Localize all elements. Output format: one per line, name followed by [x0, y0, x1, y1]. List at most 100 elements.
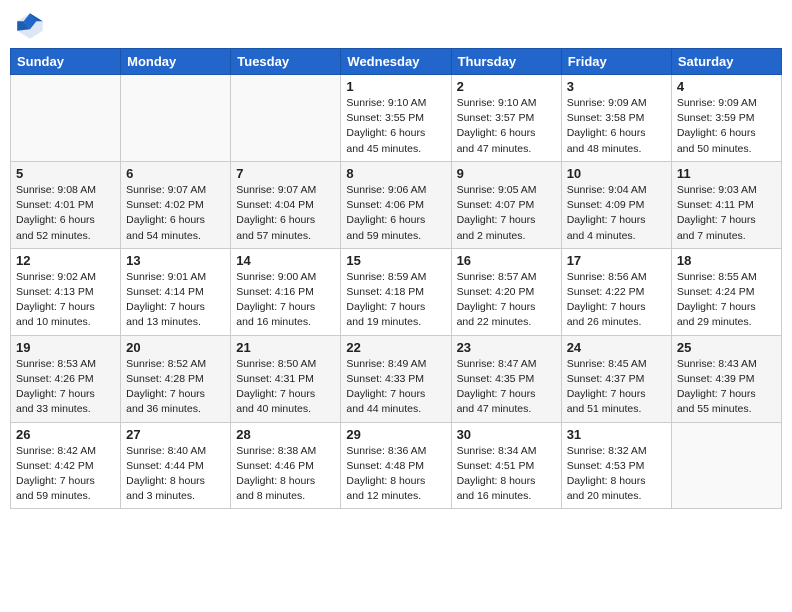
day-number: 1	[346, 79, 445, 94]
calendar-cell: 17 Sunrise: 8:56 AM Sunset: 4:22 PM Dayli…	[561, 248, 671, 335]
calendar-cell: 13 Sunrise: 9:01 AM Sunset: 4:14 PM Dayli…	[121, 248, 231, 335]
day-number: 14	[236, 253, 335, 268]
calendar-table: SundayMondayTuesdayWednesdayThursdayFrid…	[10, 48, 782, 509]
day-info: Sunrise: 8:42 AM Sunset: 4:42 PM Dayligh…	[16, 444, 115, 505]
day-info: Sunrise: 8:47 AM Sunset: 4:35 PM Dayligh…	[457, 357, 556, 418]
day-info: Sunrise: 9:09 AM Sunset: 3:59 PM Dayligh…	[677, 96, 776, 157]
day-number: 31	[567, 427, 666, 442]
day-info: Sunrise: 8:38 AM Sunset: 4:46 PM Dayligh…	[236, 444, 335, 505]
weekday-header-saturday: Saturday	[671, 49, 781, 75]
calendar-cell: 29 Sunrise: 8:36 AM Sunset: 4:48 PM Dayli…	[341, 422, 451, 509]
calendar-cell: 5 Sunrise: 9:08 AM Sunset: 4:01 PM Daylig…	[11, 161, 121, 248]
calendar-cell: 15 Sunrise: 8:59 AM Sunset: 4:18 PM Dayli…	[341, 248, 451, 335]
week-row-4: 26 Sunrise: 8:42 AM Sunset: 4:42 PM Dayli…	[11, 422, 782, 509]
day-number: 23	[457, 340, 556, 355]
calendar-cell: 22 Sunrise: 8:49 AM Sunset: 4:33 PM Dayli…	[341, 335, 451, 422]
day-number: 26	[16, 427, 115, 442]
calendar-cell: 8 Sunrise: 9:06 AM Sunset: 4:06 PM Daylig…	[341, 161, 451, 248]
day-info: Sunrise: 8:52 AM Sunset: 4:28 PM Dayligh…	[126, 357, 225, 418]
calendar-cell: 30Sunrise: 8:34 AM Sunset: 4:51 PM Dayli…	[451, 422, 561, 509]
day-number: 12	[16, 253, 115, 268]
day-info: Sunrise: 8:56 AM Sunset: 4:22 PM Dayligh…	[567, 270, 666, 331]
weekday-header-wednesday: Wednesday	[341, 49, 451, 75]
day-number: 20	[126, 340, 225, 355]
day-info: Sunrise: 9:10 AM Sunset: 3:55 PM Dayligh…	[346, 96, 445, 157]
day-number: 17	[567, 253, 666, 268]
day-number: 2	[457, 79, 556, 94]
week-row-3: 19 Sunrise: 8:53 AM Sunset: 4:26 PM Dayli…	[11, 335, 782, 422]
day-info: Sunrise: 8:50 AM Sunset: 4:31 PM Dayligh…	[236, 357, 335, 418]
calendar-cell: 26 Sunrise: 8:42 AM Sunset: 4:42 PM Dayli…	[11, 422, 121, 509]
calendar-cell: 14Sunrise: 9:00 AM Sunset: 4:16 PM Dayli…	[231, 248, 341, 335]
day-number: 10	[567, 166, 666, 181]
day-info: Sunrise: 9:08 AM Sunset: 4:01 PM Dayligh…	[16, 183, 115, 244]
calendar-cell: 12 Sunrise: 9:02 AM Sunset: 4:13 PM Dayli…	[11, 248, 121, 335]
day-info: Sunrise: 8:59 AM Sunset: 4:18 PM Dayligh…	[346, 270, 445, 331]
weekday-header-thursday: Thursday	[451, 49, 561, 75]
day-number: 6	[126, 166, 225, 181]
day-info: Sunrise: 8:40 AM Sunset: 4:44 PM Dayligh…	[126, 444, 225, 505]
day-number: 29	[346, 427, 445, 442]
page-header	[10, 10, 782, 42]
logo-icon	[14, 10, 46, 42]
calendar-cell: 10Sunrise: 9:04 AM Sunset: 4:09 PM Dayli…	[561, 161, 671, 248]
calendar-cell: 31 Sunrise: 8:32 AM Sunset: 4:53 PM Dayli…	[561, 422, 671, 509]
day-info: Sunrise: 9:02 AM Sunset: 4:13 PM Dayligh…	[16, 270, 115, 331]
calendar-cell	[11, 75, 121, 162]
day-info: Sunrise: 9:01 AM Sunset: 4:14 PM Dayligh…	[126, 270, 225, 331]
calendar-cell: 7 Sunrise: 9:07 AM Sunset: 4:04 PM Daylig…	[231, 161, 341, 248]
calendar-cell	[121, 75, 231, 162]
day-info: Sunrise: 9:03 AM Sunset: 4:11 PM Dayligh…	[677, 183, 776, 244]
calendar-cell: 23 Sunrise: 8:47 AM Sunset: 4:35 PM Dayli…	[451, 335, 561, 422]
day-number: 9	[457, 166, 556, 181]
day-number: 13	[126, 253, 225, 268]
day-info: Sunrise: 8:49 AM Sunset: 4:33 PM Dayligh…	[346, 357, 445, 418]
day-info: Sunrise: 8:45 AM Sunset: 4:37 PM Dayligh…	[567, 357, 666, 418]
day-number: 28	[236, 427, 335, 442]
day-number: 25	[677, 340, 776, 355]
day-number: 27	[126, 427, 225, 442]
day-number: 22	[346, 340, 445, 355]
logo	[14, 10, 50, 42]
day-info: Sunrise: 8:36 AM Sunset: 4:48 PM Dayligh…	[346, 444, 445, 505]
day-info: Sunrise: 8:55 AM Sunset: 4:24 PM Dayligh…	[677, 270, 776, 331]
weekday-header-monday: Monday	[121, 49, 231, 75]
day-number: 3	[567, 79, 666, 94]
day-number: 21	[236, 340, 335, 355]
weekday-header-friday: Friday	[561, 49, 671, 75]
calendar-cell: 19 Sunrise: 8:53 AM Sunset: 4:26 PM Dayli…	[11, 335, 121, 422]
day-number: 11	[677, 166, 776, 181]
day-number: 24	[567, 340, 666, 355]
day-number: 7	[236, 166, 335, 181]
weekday-header-tuesday: Tuesday	[231, 49, 341, 75]
calendar-cell	[231, 75, 341, 162]
calendar-cell: 3 Sunrise: 9:09 AM Sunset: 3:58 PM Daylig…	[561, 75, 671, 162]
calendar-cell: 24 Sunrise: 8:45 AM Sunset: 4:37 PM Dayli…	[561, 335, 671, 422]
day-number: 18	[677, 253, 776, 268]
week-row-0: 1 Sunrise: 9:10 AM Sunset: 3:55 PM Daylig…	[11, 75, 782, 162]
day-number: 15	[346, 253, 445, 268]
day-info: Sunrise: 8:43 AM Sunset: 4:39 PM Dayligh…	[677, 357, 776, 418]
day-info: Sunrise: 9:06 AM Sunset: 4:06 PM Dayligh…	[346, 183, 445, 244]
week-row-2: 12 Sunrise: 9:02 AM Sunset: 4:13 PM Dayli…	[11, 248, 782, 335]
weekday-header-sunday: Sunday	[11, 49, 121, 75]
day-info: Sunrise: 9:07 AM Sunset: 4:04 PM Dayligh…	[236, 183, 335, 244]
calendar-cell: 21 Sunrise: 8:50 AM Sunset: 4:31 PM Dayli…	[231, 335, 341, 422]
day-number: 16	[457, 253, 556, 268]
day-number: 8	[346, 166, 445, 181]
day-info: Sunrise: 8:53 AM Sunset: 4:26 PM Dayligh…	[16, 357, 115, 418]
day-number: 19	[16, 340, 115, 355]
weekday-header-row: SundayMondayTuesdayWednesdayThursdayFrid…	[11, 49, 782, 75]
day-info: Sunrise: 9:09 AM Sunset: 3:58 PM Dayligh…	[567, 96, 666, 157]
calendar-cell: 4Sunrise: 9:09 AM Sunset: 3:59 PM Daylig…	[671, 75, 781, 162]
calendar-cell	[671, 422, 781, 509]
day-info: Sunrise: 8:32 AM Sunset: 4:53 PM Dayligh…	[567, 444, 666, 505]
day-info: Sunrise: 8:34 AM Sunset: 4:51 PM Dayligh…	[457, 444, 556, 505]
calendar-cell: 27 Sunrise: 8:40 AM Sunset: 4:44 PM Dayli…	[121, 422, 231, 509]
calendar-cell: 2Sunrise: 9:10 AM Sunset: 3:57 PM Daylig…	[451, 75, 561, 162]
calendar-cell: 28 Sunrise: 8:38 AM Sunset: 4:46 PM Dayli…	[231, 422, 341, 509]
calendar-cell: 11 Sunrise: 9:03 AM Sunset: 4:11 PM Dayli…	[671, 161, 781, 248]
calendar-cell: 25 Sunrise: 8:43 AM Sunset: 4:39 PM Dayli…	[671, 335, 781, 422]
week-row-1: 5 Sunrise: 9:08 AM Sunset: 4:01 PM Daylig…	[11, 161, 782, 248]
day-number: 5	[16, 166, 115, 181]
